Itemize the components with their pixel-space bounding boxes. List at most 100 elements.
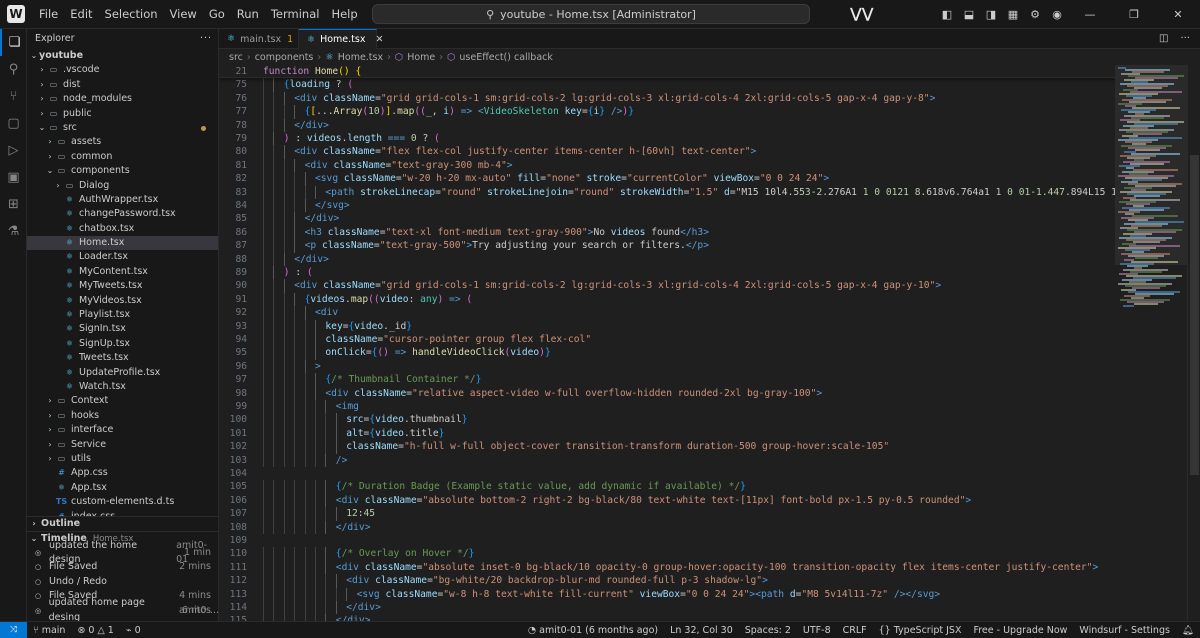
breadcrumb-symbol-callback[interactable]: useEffect() callback [459, 52, 553, 63]
minimap[interactable] [1115, 65, 1187, 621]
code-line[interactable]: 115 </div> [219, 614, 1115, 621]
menu-help[interactable]: Help [325, 0, 363, 29]
settings-gear-icon[interactable]: ⚙ [1024, 8, 1046, 21]
app-logo[interactable]: W [7, 5, 25, 23]
code-line[interactable]: 91 {videos.map((video: any) => ( [219, 292, 1115, 307]
code-line[interactable]: 92 <div [219, 306, 1115, 320]
remote-explorer-icon[interactable]: ▣ [0, 164, 27, 191]
outline-header[interactable]: › Outline [27, 516, 218, 530]
tree-item-chatbox-tsx[interactable]: ⚛ chatbox.tsx [27, 222, 218, 236]
extensions-icon[interactable]: ⊞ [0, 191, 27, 218]
tree-item-context[interactable]: › ▭ Context [27, 394, 218, 408]
tree-item--vscode[interactable]: › ▭ .vscode [27, 63, 218, 77]
tree-item-signin-tsx[interactable]: ⚛ SignIn.tsx [27, 322, 218, 336]
code-line[interactable]: 110 {/* Overlay on Hover */} [219, 547, 1115, 561]
tree-item-dialog[interactable]: › ▭ Dialog [27, 179, 218, 193]
close-window-icon[interactable]: ✕ [1156, 8, 1200, 21]
tree-item-playlist-tsx[interactable]: ⚛ Playlist.tsx [27, 308, 218, 322]
code-line[interactable]: 112 <div className="bg-white/20 backdrop-… [219, 574, 1115, 588]
tree-item-hooks[interactable]: › ▭ hooks [27, 409, 218, 423]
code-line[interactable]: 106 <div className="absolute bottom-2 rig… [219, 493, 1115, 508]
code-line[interactable]: 82 <svg className="w-20 h-20 mx-auto" fil… [219, 172, 1115, 186]
tree-item-public[interactable]: › ▭ public [27, 107, 218, 121]
restore-icon[interactable]: ❐ [1112, 8, 1156, 21]
code-line[interactable]: 104 [219, 467, 1115, 480]
notifications-bell-icon[interactable]: 🔔︎ [1176, 625, 1200, 636]
source-control-icon[interactable]: ⑂ [0, 83, 27, 110]
ports-status[interactable]: ⌁ 0 [120, 625, 147, 636]
code-line[interactable]: 86 <h3 className="text-xl font-medium tex… [219, 225, 1115, 240]
code-line[interactable]: 111 <div className="absolute inset-0 bg-b… [219, 560, 1115, 575]
scrollbar-thumb[interactable] [1190, 155, 1199, 475]
code-line[interactable]: 95 onClick={() => handleVideoClick(video)… [219, 346, 1115, 360]
tree-item-authwrapper-tsx[interactable]: ⚛ AuthWrapper.tsx [27, 193, 218, 207]
tree-item-utils[interactable]: › ▭ utils [27, 452, 218, 466]
code-line[interactable]: 81 <div className="text-gray-300 mb-4"> [219, 158, 1115, 173]
code-line[interactable]: 85 </div> [219, 212, 1115, 226]
code-line[interactable]: 79) : videos.length === 0 ? ( [219, 132, 1115, 146]
minimize-icon[interactable]: — [1068, 8, 1112, 21]
code-line[interactable]: 83 <path strokeLinecap="round" strokeLine… [219, 185, 1115, 199]
tree-root-row[interactable]: ⌄ youtube [27, 49, 218, 63]
tree-item-mytweets-tsx[interactable]: ⚛ MyTweets.tsx [27, 279, 218, 293]
problems-status[interactable]: ⊗ 0 △ 1 [71, 625, 119, 636]
customize-layout-icon[interactable]: ▦ [1002, 8, 1024, 21]
code-line[interactable]: 107 12:45 [219, 507, 1115, 521]
search-view-icon[interactable]: ⚲ [0, 56, 27, 83]
toggle-secondary-sidebar-icon[interactable]: ◨ [980, 8, 1002, 21]
timeline-entry[interactable]: ◎ updated home page desing amit0-... 6 mos [27, 597, 218, 621]
code-line[interactable]: 114 </div> [219, 601, 1115, 615]
branch-status[interactable]: ⑂ main [27, 625, 71, 636]
indentation-status[interactable]: Spaces: 2 [739, 625, 797, 636]
code-line[interactable]: 80 <div className="flex flex-col justify-… [219, 145, 1115, 159]
tree-item-src[interactable]: ⌄ ▭ src [27, 121, 218, 135]
upgrade-status[interactable]: Free - Upgrade Now [967, 625, 1073, 636]
more-actions-icon[interactable]: ··· [200, 29, 212, 49]
code-line[interactable]: 89) : ( [219, 266, 1115, 280]
code-line[interactable]: 93 key={video._id} [219, 319, 1115, 333]
command-center[interactable]: ⚲ youtube - Home.tsx [Administrator] [372, 4, 810, 24]
timeline-entry[interactable]: ○ File Saved 2 mins [27, 560, 218, 574]
sticky-scroll-line[interactable]: 21 function Home() { [219, 65, 1115, 79]
tree-item-service[interactable]: › ▭ Service [27, 438, 218, 452]
code-line[interactable]: 88 </div> [219, 252, 1115, 266]
code-line[interactable]: 103 /> [219, 453, 1115, 467]
code-line[interactable]: 96 > [219, 359, 1115, 374]
testing-icon[interactable]: ⚗ [0, 218, 27, 245]
tree-item-components[interactable]: ⌄ ▭ components [27, 164, 218, 178]
tree-item-app-css[interactable]: # App.css [27, 466, 218, 480]
timeline-entry[interactable]: ◎ updated the home design amit0-01 1 min [27, 540, 218, 565]
encoding-status[interactable]: UTF-8 [797, 625, 837, 636]
tree-item-assets[interactable]: › ▭ assets [27, 135, 218, 149]
tab-main-tsx[interactable]: ⚛ main.tsx 1 [219, 29, 299, 49]
menu-edit[interactable]: Edit [64, 0, 98, 29]
toggle-primary-sidebar-icon[interactable]: ◧ [936, 8, 958, 21]
code-line[interactable]: 94 className="cursor-pointer group flex f… [219, 333, 1115, 347]
breadcrumb-file[interactable]: Home.tsx [338, 52, 383, 63]
account-icon[interactable]: ◉ [1046, 8, 1068, 21]
windsurf-settings-status[interactable]: Windsurf - Settings [1073, 625, 1176, 636]
code-line[interactable]: 108 </div> [219, 520, 1115, 534]
tree-item-dist[interactable]: › ▭ dist [27, 78, 218, 92]
code-line[interactable]: 102 className="h-full w-full object-cover… [219, 440, 1115, 454]
code-line[interactable]: 109 [219, 534, 1115, 547]
code-editor[interactable]: 21 function Home() { 75 {loading ? (76 <di… [219, 65, 1115, 621]
breadcrumb-components[interactable]: components [255, 52, 314, 63]
language-status[interactable]: {} TypeScript JSX [873, 625, 968, 636]
split-editor-icon[interactable]: ◫ [1159, 33, 1168, 44]
tree-item-changepassword-tsx[interactable]: ⚛ changePassword.tsx [27, 207, 218, 221]
tree-item-tweets-tsx[interactable]: ⚛ Tweets.tsx [27, 351, 218, 365]
menu-file[interactable]: File [33, 0, 64, 29]
tree-item-loader-tsx[interactable]: ⚛ Loader.tsx [27, 250, 218, 264]
code-line[interactable]: 98 <div className="relative aspect-video … [219, 386, 1115, 400]
tree-item-updateprofile-tsx[interactable]: ⚛ UpdateProfile.tsx [27, 366, 218, 380]
code-line[interactable]: 99 <img [219, 400, 1115, 414]
eol-status[interactable]: CRLF [837, 625, 873, 636]
code-line[interactable]: 90 <div className="grid grid-cols-1 sm:gr… [219, 279, 1115, 293]
menu-go[interactable]: Go [203, 0, 231, 29]
toggle-panel-icon[interactable]: ⬓ [958, 8, 980, 21]
windsurf-logo-icon[interactable]: ⋁⋁ [850, 6, 874, 22]
more-actions-icon[interactable]: ··· [1180, 33, 1190, 44]
cursor-position[interactable]: Ln 32, Col 30 [664, 625, 739, 636]
run-debug-icon[interactable]: ▷ [0, 137, 27, 164]
